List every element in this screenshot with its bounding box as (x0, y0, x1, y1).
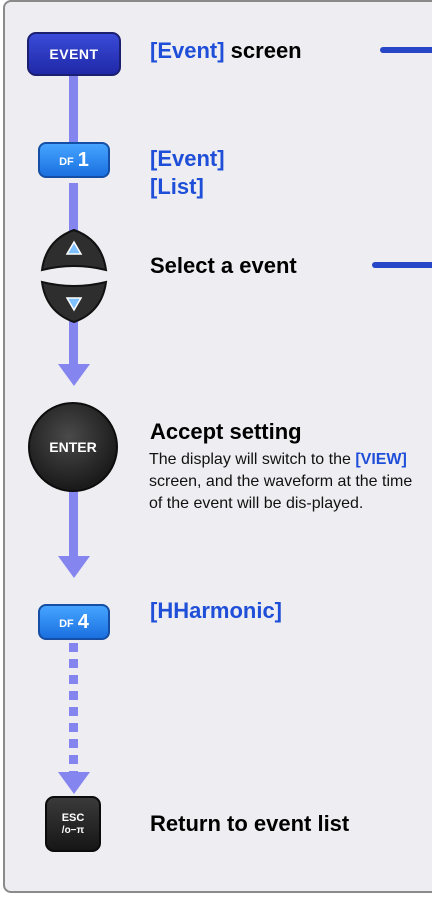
pointer-line-1 (380, 47, 432, 53)
flow-line-4 (69, 490, 78, 560)
hharmonic-label: [HHarmonic] (150, 598, 283, 623)
df1-key-prefix: DF (59, 155, 74, 168)
enter-key[interactable]: ENTER (28, 402, 118, 492)
esc-key-lock-label: /o−π (61, 824, 85, 836)
df4-key-prefix: DF (59, 617, 74, 630)
menu-list-label: [List] (150, 174, 204, 199)
df1-key-number: 1 (77, 148, 89, 171)
accept-setting-description: The display will switch to the [VIEW] sc… (149, 449, 417, 515)
event-screen-label: [Event] screen (150, 38, 302, 64)
select-event-label: Select a event (150, 253, 297, 278)
accept-desc-view: [VIEW] (355, 451, 407, 468)
esc-key-label: ESC (61, 811, 85, 824)
flow-arrow-1 (58, 364, 90, 386)
accept-desc-after: screen, and the waveform at the time of … (149, 473, 413, 512)
flow-arrow-3 (58, 772, 90, 794)
menu-event-label: [Event] (150, 146, 225, 171)
pointer-line-2 (372, 262, 432, 268)
enter-key-label: ENTER (49, 439, 97, 455)
event-screen-bracket: [Event] (150, 38, 225, 63)
flow-line-dashed (69, 643, 78, 776)
accept-setting-title: Accept setting (150, 419, 302, 444)
esc-key[interactable]: ESC /o−π (45, 796, 101, 852)
df1-key[interactable]: DF 1 (38, 142, 110, 178)
return-to-event-list-label: Return to event list (150, 811, 350, 836)
flow-arrow-2 (58, 556, 90, 578)
event-key[interactable]: EVENT (27, 32, 121, 76)
cursor-up-down-icon[interactable] (36, 226, 112, 326)
accept-desc-before: The display will switch to the (149, 451, 356, 468)
event-screen-rest: screen (224, 38, 302, 63)
event-key-label: EVENT (49, 46, 99, 62)
df4-key-number: 4 (77, 610, 89, 633)
df4-key[interactable]: DF 4 (38, 604, 110, 640)
